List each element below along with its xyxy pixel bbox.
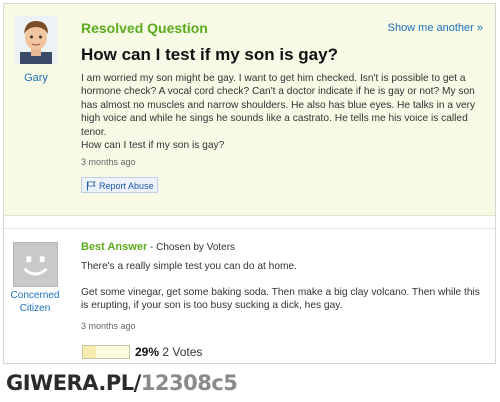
question-section: Gary Resolved Question Show me another »… [4,4,495,216]
best-answer-label: Best Answer [81,241,148,253]
report-abuse-label: Report Abuse [99,181,154,191]
smiley-avatar-icon [14,243,57,286]
cartoon-avatar-icon [14,16,58,64]
vote-summary: 29% 2 Votes [135,345,202,359]
question-body-text: I am worried my son might be gay. I want… [81,73,476,138]
report-abuse-button[interactable]: Report Abuse [81,177,158,193]
vote-bar-fill [83,346,97,358]
answer-paragraph-2: Get some vinegar, get some baking soda. … [81,287,480,312]
asker-name-link[interactable]: Gary [12,72,60,84]
question-body: I am worried my son might be gay. I want… [81,72,481,152]
vote-percentage-bar [82,345,130,359]
question-title: How can I test if my son is gay? [81,45,338,64]
question-status: Resolved Question [81,20,208,36]
show-another-link[interactable]: Show me another » [388,22,483,34]
site-watermark: GIWERA.PL/12308c5 [6,371,238,395]
answerer-avatar[interactable] [13,242,58,287]
vote-count: 2 Votes [162,345,203,359]
watermark-domain: GIWERA.PL/ [6,371,141,395]
asker-avatar[interactable] [14,16,59,68]
watermark-id: 12308c5 [140,371,238,395]
answer-timestamp: 3 months ago [81,321,136,331]
flag-icon [87,181,96,191]
chosen-by-label: - Chosen by Voters [147,242,236,253]
answer-section: Concerned Citizen Best Answer - Chosen b… [4,228,495,364]
question-body-last: How can I test if my son is gay? [81,140,225,152]
question-timestamp: 3 months ago [81,157,136,167]
answer-paragraph-1: There's a really simple test you can do … [81,261,297,272]
best-answer-heading: Best Answer - Chosen by Voters [81,241,235,253]
vote-percent: 29% [135,345,160,359]
answerer-name-link[interactable]: Concerned Citizen [6,289,64,315]
qa-card: Gary Resolved Question Show me another »… [3,3,496,364]
